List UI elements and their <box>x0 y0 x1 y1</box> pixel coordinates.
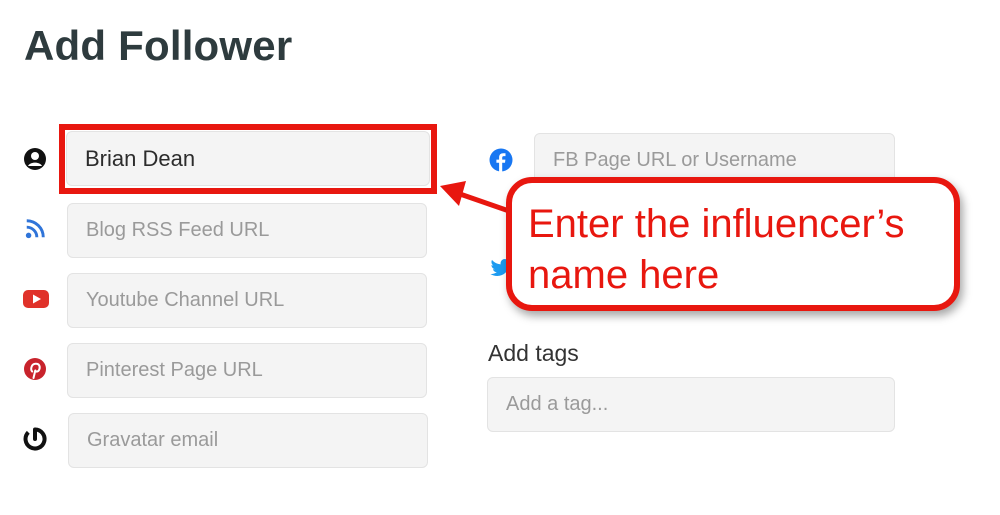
annotation-line-2: name here <box>528 253 720 297</box>
user-circle-icon <box>22 146 48 172</box>
gravatar-email-input[interactable]: Gravatar email <box>68 413 428 468</box>
add-tags-label: Add tags <box>488 340 579 366</box>
blog-rss-input[interactable]: Blog RSS Feed URL <box>67 203 427 258</box>
add-tag-input[interactable]: Add a tag... <box>487 377 895 432</box>
annotation-line-1: Enter the influencer’s <box>528 202 905 246</box>
annotation-callout: Enter the influencer’s name here <box>506 177 960 311</box>
pinterest-icon <box>22 356 48 382</box>
rss-icon <box>22 216 48 242</box>
page-title: Add Follower <box>24 22 293 69</box>
name-highlight-box <box>59 124 437 194</box>
youtube-channel-input[interactable]: Youtube Channel URL <box>67 273 427 328</box>
youtube-icon <box>23 286 49 312</box>
gravatar-icon <box>22 426 48 452</box>
pinterest-page-input[interactable]: Pinterest Page URL <box>67 343 427 398</box>
